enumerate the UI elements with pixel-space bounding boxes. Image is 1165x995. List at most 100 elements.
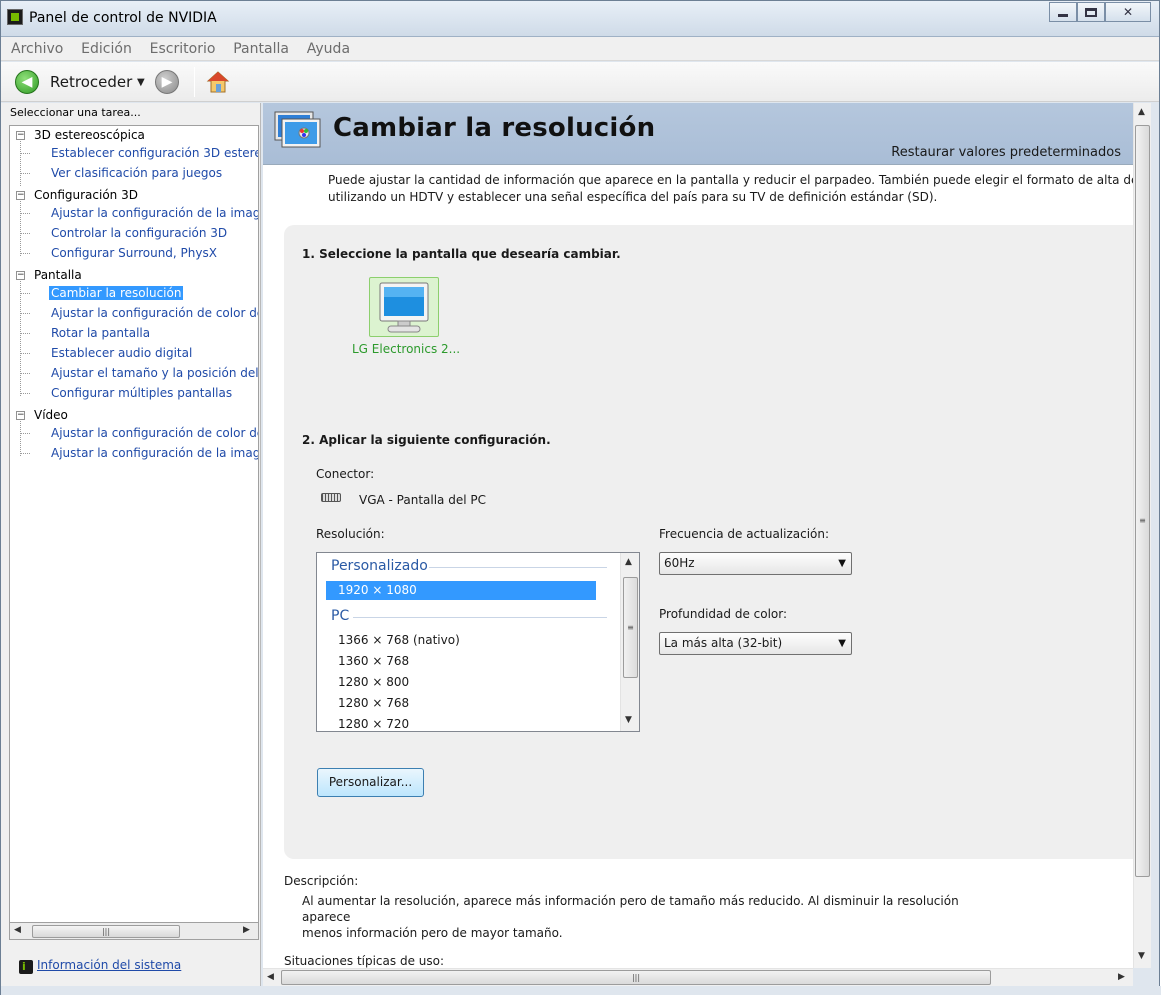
scroll-left-icon[interactable]: ◀ [267, 972, 274, 982]
intro-text: Puede ajustar la cantidad de información… [328, 172, 1133, 206]
tree-item-color-settings[interactable]: Ajustar la configuración de color del [51, 306, 258, 320]
back-button-label[interactable]: Retroceder [50, 73, 132, 91]
forward-arrow-icon[interactable]: ▶ [155, 70, 179, 94]
tree-item-size-position[interactable]: Ajustar el tamaño y la posición del e [51, 366, 258, 380]
maximize-icon [1085, 7, 1097, 17]
menu-pantalla[interactable]: Pantalla [233, 41, 289, 57]
title-bar: Panel de control de NVIDIA ✕ [1, 1, 1159, 37]
history-dropdown-icon[interactable]: ▼ [137, 77, 145, 88]
resolution-list-scrollbar[interactable]: ▲ ≡ ▼ [620, 553, 639, 731]
scroll-up-icon[interactable]: ▲ [625, 557, 632, 567]
resolution-item[interactable]: 1280 × 768 [338, 696, 409, 710]
resolution-item[interactable]: 1360 × 768 [338, 654, 409, 668]
intro-line-1: Puede ajustar la cantidad de información… [328, 173, 1133, 187]
system-info-link[interactable]: Información del sistema [37, 958, 181, 972]
tree-item-multiple-displays[interactable]: Configurar múltiples pantallas [51, 386, 232, 400]
tree-item-rotate-display[interactable]: Rotar la pantalla [51, 326, 150, 340]
tree-category-3d-config[interactable]: Configuración 3D [34, 188, 138, 202]
page-title: Cambiar la resolución [333, 113, 656, 143]
resolution-item-selected[interactable]: 1920 × 1080 [326, 581, 596, 600]
description-text: Al aumentar la resolución, aparece más i… [302, 893, 1002, 941]
minimize-button[interactable] [1049, 2, 1077, 22]
tree-item-surround-physx[interactable]: Configurar Surround, PhysX [51, 246, 217, 260]
task-tree: − 3D estereoscópica Establecer configura… [9, 125, 259, 925]
scroll-down-icon[interactable]: ▼ [1138, 951, 1145, 961]
display-name-label[interactable]: LG Electronics 2... [352, 342, 460, 356]
group-header-pc: PC [331, 608, 350, 624]
tree-item-digital-audio[interactable]: Establecer audio digital [51, 346, 192, 360]
display-selector-tile[interactable] [369, 277, 439, 337]
connector-label: Conector: [316, 467, 375, 481]
group-divider [429, 567, 607, 568]
resolution-listbox[interactable]: Personalizado 1920 × 1080 PC 1366 × 768 … [316, 552, 640, 732]
system-info-icon [19, 960, 33, 974]
resolution-item[interactable]: 1280 × 720 [338, 717, 409, 731]
window-bottom-border [1, 986, 1161, 995]
tree-item-change-resolution[interactable]: Cambiar la resolución [49, 286, 184, 300]
tree-item-image-settings[interactable]: Ajustar la configuración de la image [51, 206, 258, 220]
tree-item-video-color[interactable]: Ajustar la configuración de color del [51, 426, 258, 440]
scroll-thumb[interactable]: ≡ [1135, 125, 1150, 877]
window-controls: ✕ [1049, 2, 1151, 22]
display-resolution-icon [274, 111, 321, 148]
collapse-3d-config-icon[interactable]: − [16, 191, 25, 200]
collapse-3d-stereo-icon[interactable]: − [16, 131, 25, 140]
customize-button[interactable]: Personalizar... [317, 768, 424, 797]
tree-item-video-image[interactable]: Ajustar la configuración de la image [51, 446, 258, 460]
tree-item-set-3d-stereo[interactable]: Establecer configuración 3D estereo [51, 146, 258, 160]
refresh-rate-value: 60Hz [664, 556, 695, 570]
scroll-right-icon[interactable]: ▶ [1118, 972, 1125, 982]
restore-defaults-link[interactable]: Restaurar valores predeterminados [891, 145, 1121, 160]
menu-bar: Archivo Edición Escritorio Pantalla Ayud… [1, 37, 1159, 61]
menu-archivo[interactable]: Archivo [11, 41, 63, 57]
scroll-thumb[interactable]: ||| [32, 925, 180, 938]
minimize-icon [1058, 13, 1068, 17]
tree-item-manage-3d[interactable]: Controlar la configuración 3D [51, 226, 227, 240]
tree-line [20, 141, 21, 186]
refresh-rate-select[interactable]: 60Hz ▼ [659, 552, 852, 575]
scroll-down-icon[interactable]: ▼ [625, 715, 632, 725]
group-header-custom: Personalizado [331, 558, 428, 574]
scroll-right-icon[interactable]: ▶ [243, 925, 250, 935]
tree-category-video[interactable]: Vídeo [34, 408, 68, 422]
settings-panel: 1. Seleccione la pantalla que desearía c… [284, 225, 1133, 859]
tree-line [20, 201, 21, 256]
menu-escritorio[interactable]: Escritorio [150, 41, 216, 57]
refresh-rate-label: Frecuencia de actualización: [659, 527, 830, 541]
close-button[interactable]: ✕ [1105, 2, 1151, 22]
vga-connector-icon [321, 493, 341, 502]
scroll-left-icon[interactable]: ◀ [14, 925, 21, 935]
scroll-up-icon[interactable]: ▲ [1138, 107, 1145, 117]
collapse-video-icon[interactable]: − [16, 411, 25, 420]
tree-line [20, 281, 21, 396]
nvidia-control-panel-window: Panel de control de NVIDIA ✕ Archivo Edi… [0, 0, 1161, 995]
task-pane: Seleccionar una tarea... − 3D estereoscó… [1, 103, 261, 993]
home-icon[interactable] [206, 70, 230, 94]
menu-ayuda[interactable]: Ayuda [307, 41, 350, 57]
content-vertical-scrollbar[interactable]: ▲ ≡ ▼ [1133, 103, 1151, 968]
resolution-label: Resolución: [316, 527, 385, 541]
monitor-icon [379, 282, 429, 333]
toolbar-separator [194, 67, 195, 97]
tree-category-display[interactable]: Pantalla [34, 268, 82, 282]
content-pane: Cambiar la resolución Restaurar valores … [263, 103, 1133, 968]
step-1-heading: 1. Seleccione la pantalla que desearía c… [302, 247, 621, 261]
nvidia-app-icon [7, 9, 23, 25]
tree-horizontal-scrollbar[interactable]: ◀ ||| ▶ [9, 922, 259, 940]
color-depth-value: La más alta (32-bit) [664, 636, 783, 650]
collapse-display-icon[interactable]: − [16, 271, 25, 280]
back-arrow-icon[interactable]: ◀ [15, 70, 39, 94]
tree-category-3d-stereo[interactable]: 3D estereoscópica [34, 128, 145, 142]
maximize-button[interactable] [1077, 2, 1105, 22]
menu-edicion[interactable]: Edición [81, 41, 132, 57]
scroll-thumb[interactable]: ||| [281, 970, 991, 985]
step-2-heading: 2. Aplicar la siguiente configuración. [302, 433, 551, 447]
tree-item-game-ratings[interactable]: Ver clasificación para juegos [51, 166, 222, 180]
description-line-1: Al aumentar la resolución, aparece más i… [302, 894, 959, 924]
resolution-item[interactable]: 1366 × 768 (nativo) [338, 633, 460, 647]
resolution-item[interactable]: 1280 × 800 [338, 675, 409, 689]
content-horizontal-scrollbar[interactable]: ◀ ||| ▶ [263, 968, 1133, 986]
group-divider [353, 617, 607, 618]
scroll-thumb[interactable]: ≡ [623, 577, 638, 678]
color-depth-select[interactable]: La más alta (32-bit) ▼ [659, 632, 852, 655]
